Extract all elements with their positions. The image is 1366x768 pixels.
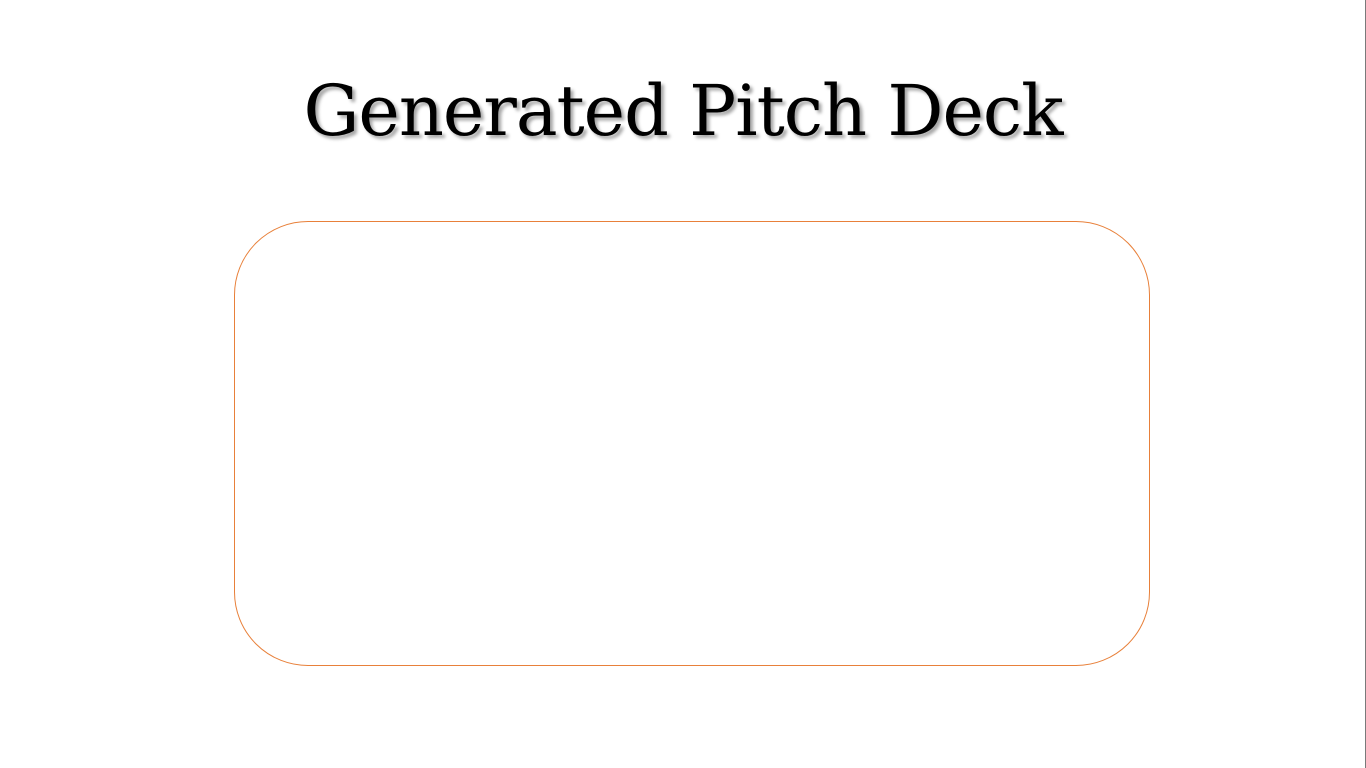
slide-canvas: Generated Pitch Deck <box>0 0 1366 768</box>
content-placeholder-box[interactable] <box>234 221 1150 666</box>
slide-title[interactable]: Generated Pitch Deck <box>0 66 1366 156</box>
